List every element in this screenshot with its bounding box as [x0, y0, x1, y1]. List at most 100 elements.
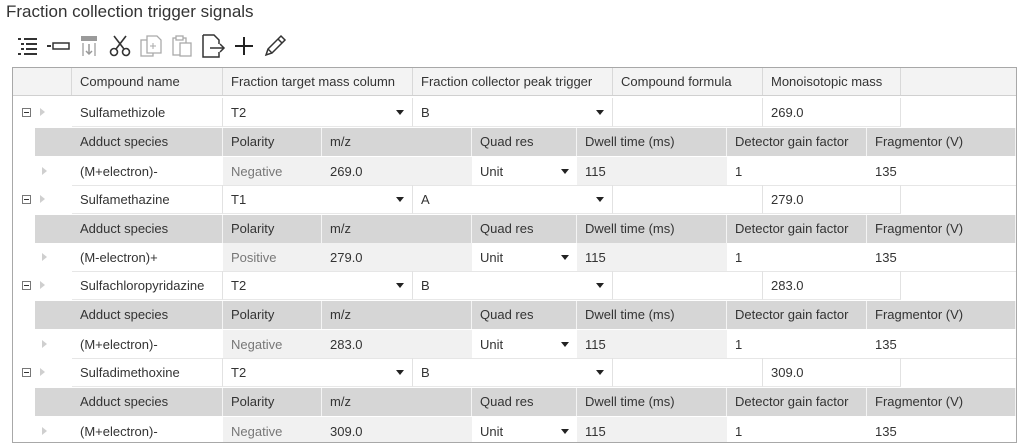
- dwell-time-cell[interactable]: 115: [577, 330, 727, 359]
- header-dwell-time[interactable]: Dwell time (ms): [577, 215, 727, 243]
- header-compound-formula[interactable]: Compound formula: [613, 68, 763, 95]
- list-icon[interactable]: [14, 32, 40, 60]
- compound-formula-cell[interactable]: [613, 185, 763, 214]
- header-adduct-species[interactable]: Adduct species: [72, 215, 223, 243]
- header-adduct-species[interactable]: Adduct species: [72, 301, 223, 329]
- adduct-row[interactable]: (M-electron)+ Positive 279.0 Unit 115 1 …: [35, 243, 1016, 272]
- insert-below-icon[interactable]: [76, 32, 102, 60]
- compound-name-cell[interactable]: Sulfamethizole: [72, 98, 223, 127]
- header-mz[interactable]: m/z: [322, 128, 472, 156]
- quad-res-dropdown[interactable]: Unit: [472, 417, 577, 442]
- target-mass-column-dropdown[interactable]: T2: [223, 98, 413, 127]
- header-detector-gain[interactable]: Detector gain factor: [727, 388, 867, 416]
- target-mass-column-dropdown[interactable]: T2: [223, 271, 413, 300]
- paste-icon[interactable]: [169, 32, 195, 60]
- target-mass-column-dropdown[interactable]: T2: [223, 358, 413, 387]
- quad-res-dropdown[interactable]: Unit: [472, 243, 577, 272]
- monoisotopic-mass-cell[interactable]: 269.0: [763, 98, 901, 127]
- header-adduct-species[interactable]: Adduct species: [72, 128, 223, 156]
- detector-gain-cell[interactable]: 1: [727, 157, 867, 186]
- header-quad-res[interactable]: Quad res: [472, 128, 577, 156]
- header-polarity[interactable]: Polarity: [223, 215, 322, 243]
- adduct-header: Adduct species Polarity m/z Quad res Dwe…: [35, 215, 1016, 243]
- header-monoisotopic-mass[interactable]: Monoisotopic mass: [763, 68, 901, 95]
- adduct-row[interactable]: (M+electron)- Negative 283.0 Unit 115 1 …: [35, 330, 1016, 359]
- header-peak-trigger[interactable]: Fraction collector peak trigger: [413, 68, 613, 95]
- header-mz[interactable]: m/z: [322, 301, 472, 329]
- compound-name-cell[interactable]: Sulfadimethoxine: [72, 358, 223, 387]
- header-dwell-time[interactable]: Dwell time (ms): [577, 128, 727, 156]
- target-mass-column-dropdown[interactable]: T1: [223, 185, 413, 214]
- header-quad-res[interactable]: Quad res: [472, 215, 577, 243]
- header-polarity[interactable]: Polarity: [223, 388, 322, 416]
- edit-icon[interactable]: [262, 32, 288, 60]
- collapse-toggle-icon[interactable]: [22, 368, 31, 377]
- adduct-species-cell[interactable]: (M+electron)-: [72, 157, 223, 186]
- compound-name-cell[interactable]: Sulfachloropyridazine: [72, 271, 223, 300]
- fragmentor-cell[interactable]: 135: [867, 417, 1016, 442]
- quad-res-dropdown[interactable]: Unit: [472, 157, 577, 186]
- header-detector-gain[interactable]: Detector gain factor: [727, 301, 867, 329]
- monoisotopic-mass-cell[interactable]: 283.0: [763, 271, 901, 300]
- header-mz[interactable]: m/z: [322, 388, 472, 416]
- compound-row[interactable]: Sulfachloropyridazine T2 B 283.0: [13, 271, 1016, 300]
- compound-row[interactable]: Sulfadimethoxine T2 B 309.0: [13, 358, 1016, 387]
- quad-res-dropdown[interactable]: Unit: [472, 330, 577, 359]
- collapse-icon[interactable]: [45, 32, 71, 60]
- compound-formula-cell[interactable]: [613, 271, 763, 300]
- fragmentor-cell[interactable]: 135: [867, 243, 1016, 272]
- export-icon[interactable]: [200, 32, 226, 60]
- dwell-time-cell[interactable]: 115: [577, 157, 727, 186]
- collapse-toggle-icon[interactable]: [22, 195, 31, 204]
- detector-gain-cell[interactable]: 1: [727, 417, 867, 442]
- peak-trigger-dropdown[interactable]: A: [413, 185, 613, 214]
- header-fragmentor[interactable]: Fragmentor (V): [867, 301, 1016, 329]
- header-compound-name[interactable]: Compound name: [72, 68, 223, 95]
- peak-trigger-dropdown[interactable]: B: [413, 358, 613, 387]
- fragmentor-cell[interactable]: 135: [867, 157, 1016, 186]
- cut-icon[interactable]: [107, 32, 133, 60]
- header-detector-gain[interactable]: Detector gain factor: [727, 215, 867, 243]
- compound-name-cell[interactable]: Sulfamethazine: [72, 185, 223, 214]
- header-adduct-species[interactable]: Adduct species: [72, 388, 223, 416]
- peak-trigger-dropdown[interactable]: B: [413, 271, 613, 300]
- compound-row[interactable]: Sulfamethizole T2 B 269.0: [13, 98, 1016, 127]
- adduct-row[interactable]: (M+electron)- Negative 269.0 Unit 115 1 …: [35, 157, 1016, 186]
- header-polarity[interactable]: Polarity: [223, 301, 322, 329]
- header-polarity[interactable]: Polarity: [223, 128, 322, 156]
- detector-gain-cell[interactable]: 1: [727, 330, 867, 359]
- adduct-species-cell[interactable]: (M+electron)-: [72, 330, 223, 359]
- header-dwell-time[interactable]: Dwell time (ms): [577, 388, 727, 416]
- detector-gain-cell[interactable]: 1: [727, 243, 867, 272]
- header-mz[interactable]: m/z: [322, 215, 472, 243]
- fragmentor-cell[interactable]: 135: [867, 330, 1016, 359]
- mz-cell[interactable]: 283.0: [322, 330, 472, 359]
- copy-icon[interactable]: [138, 32, 164, 60]
- monoisotopic-mass-cell[interactable]: 279.0: [763, 185, 901, 214]
- mz-cell[interactable]: 309.0: [322, 417, 472, 442]
- adduct-species-cell[interactable]: (M-electron)+: [72, 243, 223, 272]
- dwell-time-cell[interactable]: 115: [577, 243, 727, 272]
- collapse-toggle-icon[interactable]: [22, 108, 31, 117]
- dropdown-value: Unit: [480, 164, 504, 179]
- header-quad-res[interactable]: Quad res: [472, 301, 577, 329]
- header-detector-gain[interactable]: Detector gain factor: [727, 128, 867, 156]
- header-fragmentor[interactable]: Fragmentor (V): [867, 215, 1016, 243]
- adduct-species-cell[interactable]: (M+electron)-: [72, 417, 223, 442]
- mz-cell[interactable]: 269.0: [322, 157, 472, 186]
- compound-row[interactable]: Sulfamethazine T1 A 279.0: [13, 185, 1016, 214]
- mz-cell[interactable]: 279.0: [322, 243, 472, 272]
- header-fragmentor[interactable]: Fragmentor (V): [867, 388, 1016, 416]
- add-icon[interactable]: [231, 32, 257, 60]
- compound-formula-cell[interactable]: [613, 98, 763, 127]
- monoisotopic-mass-cell[interactable]: 309.0: [763, 358, 901, 387]
- peak-trigger-dropdown[interactable]: B: [413, 98, 613, 127]
- header-target-mass-column[interactable]: Fraction target mass column: [223, 68, 413, 95]
- compound-formula-cell[interactable]: [613, 358, 763, 387]
- adduct-row[interactable]: (M+electron)- Negative 309.0 Unit 115 1 …: [35, 417, 1016, 442]
- collapse-toggle-icon[interactable]: [22, 281, 31, 290]
- dwell-time-cell[interactable]: 115: [577, 417, 727, 442]
- header-dwell-time[interactable]: Dwell time (ms): [577, 301, 727, 329]
- header-fragmentor[interactable]: Fragmentor (V): [867, 128, 1016, 156]
- header-quad-res[interactable]: Quad res: [472, 388, 577, 416]
